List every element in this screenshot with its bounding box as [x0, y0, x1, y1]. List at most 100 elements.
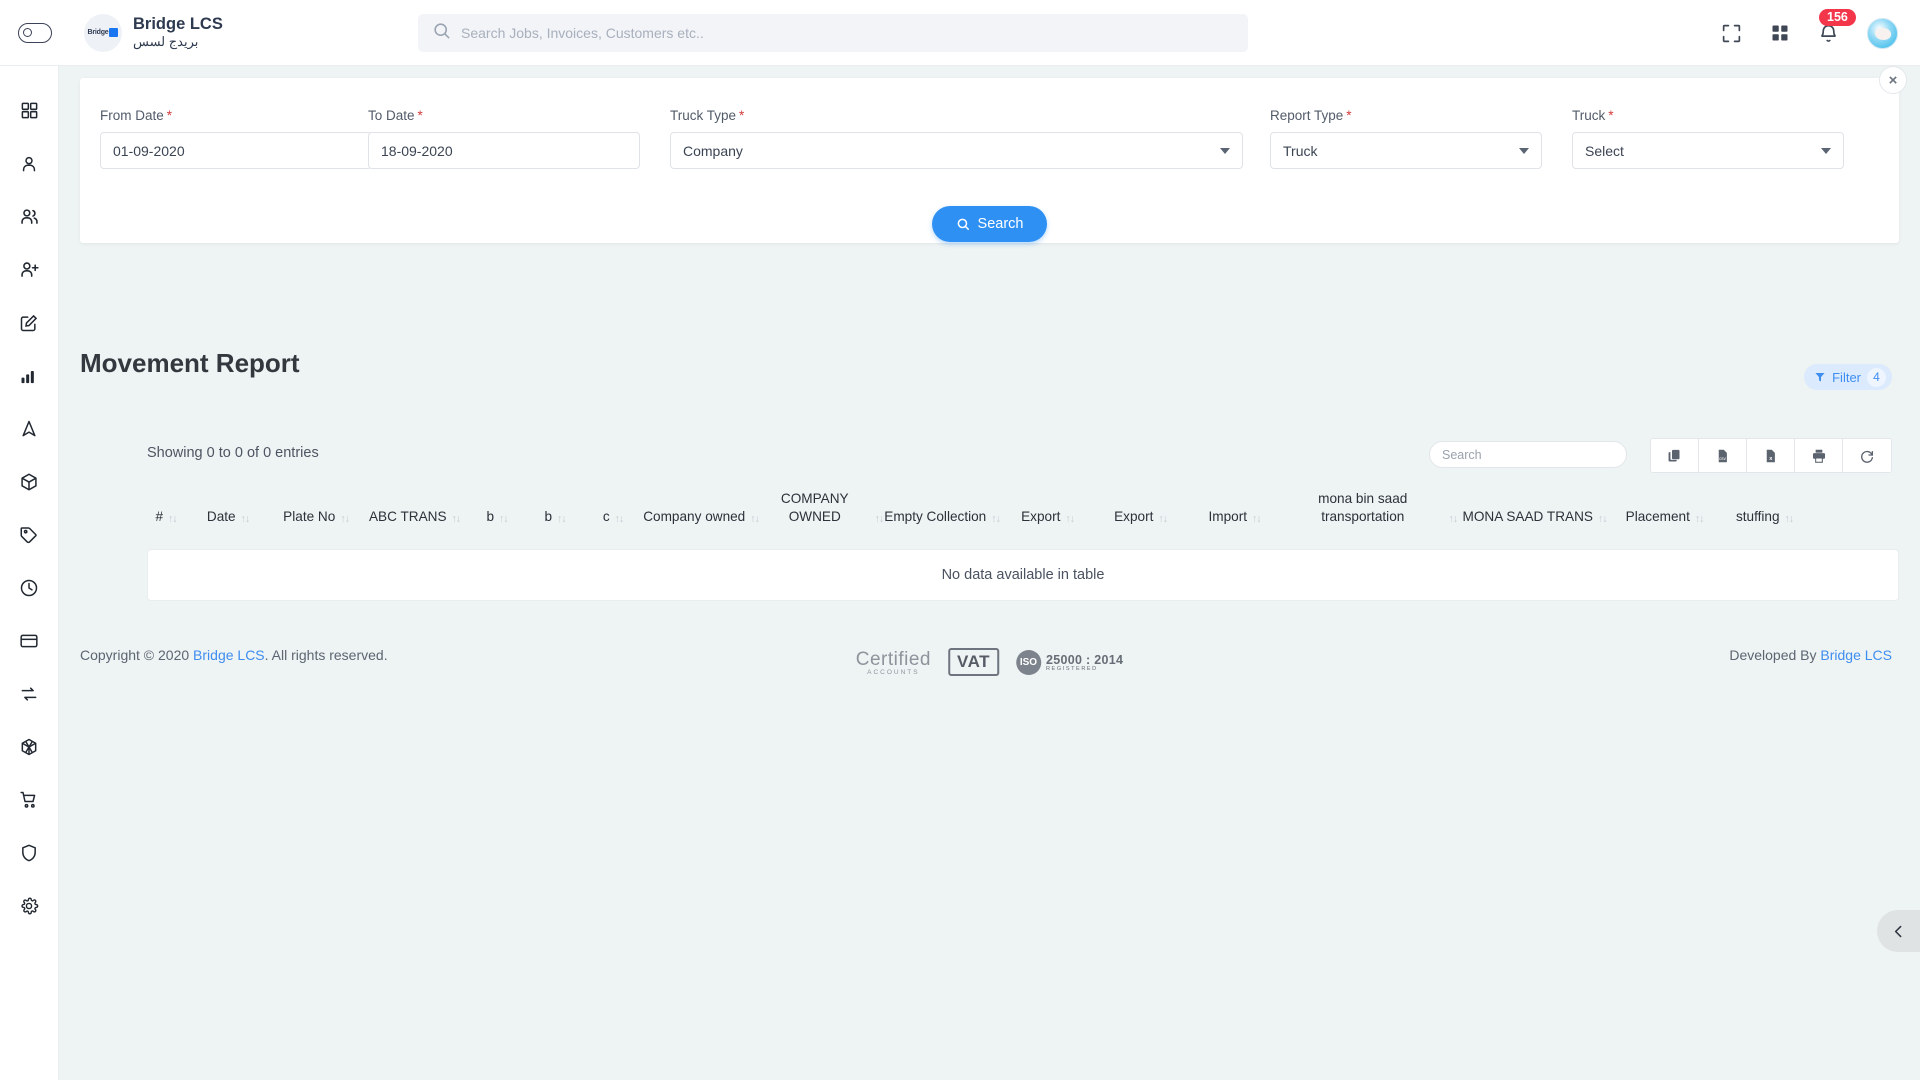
- table-column-header[interactable]: Date ↑↓: [185, 508, 271, 529]
- brand-name-arabic: بريدج لسس: [133, 34, 199, 50]
- table-column-header[interactable]: Placement ↑↓: [1612, 508, 1717, 529]
- copy-button[interactable]: [1651, 439, 1699, 472]
- table-column-header-label: Import: [1208, 509, 1248, 525]
- required-marker: *: [1346, 108, 1352, 123]
- sort-toggle-icon[interactable]: ↑↓: [1785, 513, 1794, 526]
- developed-brand-link[interactable]: Bridge LCS: [1820, 647, 1892, 663]
- user-avatar[interactable]: [1867, 17, 1898, 49]
- printer-icon: [1812, 449, 1825, 463]
- sort-toggle-icon[interactable]: ↑↓: [168, 513, 177, 526]
- sidebar-toggle-button[interactable]: [18, 22, 52, 43]
- sort-toggle-icon[interactable]: ↑↓: [1252, 513, 1261, 526]
- sidebar-item-navigation[interactable]: [0, 402, 59, 455]
- search-submit-button[interactable]: Search: [931, 206, 1048, 242]
- sidebar-item-reports[interactable]: [0, 349, 59, 402]
- chevron-left-icon[interactable]: [1877, 910, 1920, 952]
- sidebar-item-package[interactable]: [0, 455, 59, 508]
- sort-toggle-icon[interactable]: ↑↓: [499, 513, 508, 526]
- close-icon[interactable]: ×: [1879, 66, 1907, 94]
- global-search-input[interactable]: [461, 25, 1201, 41]
- table-column-header-label: Placement: [1625, 509, 1690, 525]
- table-column-header[interactable]: MONA SAAD TRANS ↑↓: [1457, 508, 1612, 529]
- notifications-button[interactable]: 156: [1818, 8, 1856, 44]
- brand-logo-square: [109, 28, 119, 37]
- table-column-header[interactable]: b ↑↓: [468, 508, 526, 529]
- table-column-header[interactable]: ABC TRANS ↑↓: [361, 508, 468, 529]
- sort-toggle-icon[interactable]: ↑↓: [991, 513, 1000, 526]
- sidebar-item-payments[interactable]: [0, 614, 59, 667]
- table-column-header[interactable]: b ↑↓: [526, 508, 584, 529]
- apps-grid-button[interactable]: [1770, 23, 1790, 43]
- sort-toggle-icon[interactable]: ↑↓: [1598, 513, 1607, 526]
- notification-badge-count: 156: [1819, 8, 1856, 26]
- table-column-header[interactable]: mona bin saad transportation ↑↓: [1282, 490, 1458, 529]
- filter-toggle-button[interactable]: Filter 4: [1804, 364, 1892, 390]
- clock-icon: [20, 579, 38, 596]
- sort-toggle-icon[interactable]: ↑↓: [1158, 513, 1167, 526]
- global-search-container[interactable]: [418, 14, 1248, 52]
- sidebar-item-user[interactable]: [0, 137, 59, 190]
- box-icon: [21, 473, 37, 490]
- bridge-lcs-logo-icon: Bridge: [84, 13, 122, 52]
- table-column-header[interactable]: Export ↑↓: [1094, 508, 1187, 529]
- excel-export-button[interactable]: x: [1747, 439, 1795, 472]
- sort-toggle-icon[interactable]: ↑↓: [1065, 513, 1074, 526]
- copyright-brand-link[interactable]: Bridge LCS: [193, 647, 265, 663]
- certified-main-text: Certified: [855, 648, 931, 670]
- table-column-header[interactable]: Company owned ↑↓: [642, 508, 760, 529]
- truck-select[interactable]: Select: [1572, 132, 1844, 169]
- table-column-header[interactable]: stuffing ↑↓: [1717, 508, 1812, 529]
- sidebar-item-transfers[interactable]: [0, 667, 59, 720]
- table-column-header[interactable]: Empty Collection ↑↓: [883, 508, 1001, 529]
- table-column-header[interactable]: COMPANY OWNED ↑↓: [760, 490, 884, 529]
- table-column-header-label: c: [602, 509, 610, 525]
- filter-fields-row: From Date * 01-09-2020 To Date * 18-09-202…: [80, 78, 1899, 169]
- page-title: Movement Report: [80, 348, 300, 378]
- sidebar-item-settings[interactable]: [0, 879, 59, 932]
- sort-toggle-icon[interactable]: ↑↓: [1449, 513, 1458, 526]
- fullscreen-button[interactable]: [1721, 23, 1742, 44]
- truck-field: Truck * Select: [1572, 108, 1877, 169]
- entries-info: Showing 0 to 0 of 0 entries: [147, 445, 319, 461]
- table-column-header[interactable]: c ↑↓: [584, 508, 642, 529]
- truck-type-value: Company: [683, 142, 743, 159]
- sidebar-item-purchase[interactable]: [0, 773, 59, 826]
- brand-logo-area[interactable]: Bridge Bridge LCS بريدج لسس: [84, 13, 223, 52]
- main-content-area: × From Date * 01-09-2020 To Date * 18-09-2…: [59, 66, 1920, 1080]
- sync-icon: [21, 686, 37, 701]
- table-column-header[interactable]: Plate No ↑↓: [271, 508, 361, 529]
- table-column-header[interactable]: # ↑↓: [147, 508, 185, 529]
- sort-toggle-icon[interactable]: ↑↓: [452, 513, 461, 526]
- to-date-field: To Date * 18-09-2020: [368, 108, 670, 169]
- sidebar-item-add-user[interactable]: [0, 243, 59, 296]
- print-button[interactable]: [1795, 439, 1843, 472]
- refresh-button[interactable]: [1843, 439, 1891, 472]
- sort-toggle-icon[interactable]: ↑↓: [1695, 513, 1704, 526]
- sort-toggle-icon[interactable]: ↑↓: [557, 513, 566, 526]
- sidebar-item-assets[interactable]: [0, 720, 59, 773]
- sort-toggle-icon[interactable]: ↑↓: [615, 513, 624, 526]
- sort-toggle-icon[interactable]: ↑↓: [241, 513, 250, 526]
- from-date-input[interactable]: 01-09-2020: [100, 132, 372, 169]
- sidebar-item-history[interactable]: [0, 561, 59, 614]
- sidebar-item-edit[interactable]: [0, 296, 59, 349]
- report-type-select[interactable]: Truck: [1270, 132, 1542, 169]
- sort-toggle-icon[interactable]: ↑↓: [875, 513, 884, 526]
- truck-type-select[interactable]: Company: [670, 132, 1243, 169]
- sidebar-item-security[interactable]: [0, 826, 59, 879]
- sort-toggle-icon[interactable]: ↑↓: [340, 513, 349, 526]
- table-column-header-label: stuffing: [1735, 509, 1780, 525]
- sidebar-item-dashboard[interactable]: [0, 84, 59, 137]
- grid-icon: [21, 102, 37, 119]
- table-column-header[interactable]: Import ↑↓: [1187, 508, 1282, 529]
- table-search-input[interactable]: [1429, 441, 1627, 468]
- to-date-input[interactable]: 18-09-2020: [368, 132, 640, 169]
- sidebar-item-users[interactable]: [0, 190, 59, 243]
- to-date-label-text: To Date: [368, 108, 415, 123]
- sidebar-item-tag[interactable]: [0, 508, 59, 561]
- table-column-header[interactable]: Export ↑↓: [1001, 508, 1094, 529]
- developed-by-text: Developed By Bridge LCS: [1729, 647, 1892, 663]
- sort-toggle-icon[interactable]: ↑↓: [750, 513, 759, 526]
- table-export-toolbar: csv x: [1650, 438, 1892, 473]
- csv-export-button[interactable]: csv: [1699, 439, 1747, 472]
